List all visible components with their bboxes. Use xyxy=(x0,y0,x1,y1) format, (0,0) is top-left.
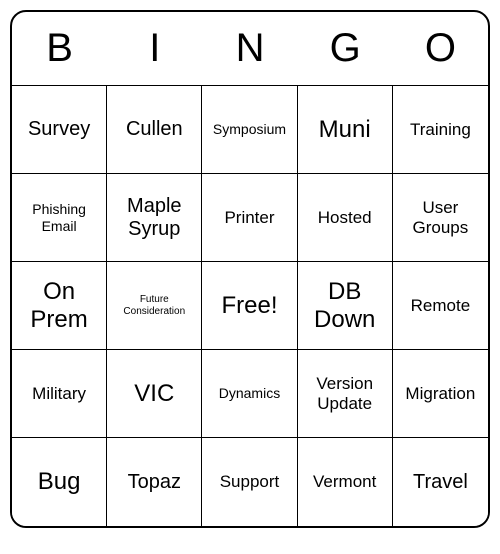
bingo-cell[interactable]: Vermont xyxy=(298,438,393,526)
bingo-cell[interactable]: Phishing Email xyxy=(12,174,107,262)
bingo-cell[interactable]: Training xyxy=(393,86,488,174)
bingo-cell[interactable]: Muni xyxy=(298,86,393,174)
bingo-cell[interactable]: Hosted xyxy=(298,174,393,262)
bingo-cell[interactable]: Travel xyxy=(393,438,488,526)
bingo-cell[interactable]: Support xyxy=(202,438,297,526)
bingo-cell[interactable]: Survey xyxy=(12,86,107,174)
bingo-cell[interactable]: On Prem xyxy=(12,262,107,350)
header-letter-n: N xyxy=(202,12,297,85)
bingo-cell[interactable]: Remote xyxy=(393,262,488,350)
bingo-cell[interactable]: VIC xyxy=(107,350,202,438)
bingo-grid: Survey Cullen Symposium Muni Training Ph… xyxy=(12,86,488,526)
bingo-cell[interactable]: Version Update xyxy=(298,350,393,438)
bingo-cell[interactable]: Maple Syrup xyxy=(107,174,202,262)
bingo-cell[interactable]: Migration xyxy=(393,350,488,438)
bingo-cell[interactable]: Topaz xyxy=(107,438,202,526)
bingo-cell[interactable]: Bug xyxy=(12,438,107,526)
bingo-cell-free[interactable]: Free! xyxy=(202,262,297,350)
bingo-cell[interactable]: Military xyxy=(12,350,107,438)
bingo-cell[interactable]: Dynamics xyxy=(202,350,297,438)
bingo-cell[interactable]: Symposium xyxy=(202,86,297,174)
bingo-cell[interactable]: Future Consideration xyxy=(107,262,202,350)
header-letter-b: B xyxy=(12,12,107,85)
bingo-header-row: B I N G O xyxy=(12,12,488,86)
bingo-cell[interactable]: User Groups xyxy=(393,174,488,262)
header-letter-i: I xyxy=(107,12,202,85)
bingo-cell[interactable]: Printer xyxy=(202,174,297,262)
bingo-cell[interactable]: Cullen xyxy=(107,86,202,174)
bingo-card: B I N G O Survey Cullen Symposium Muni T… xyxy=(10,10,490,528)
header-letter-o: O xyxy=(393,12,488,85)
bingo-cell[interactable]: DB Down xyxy=(298,262,393,350)
header-letter-g: G xyxy=(298,12,393,85)
